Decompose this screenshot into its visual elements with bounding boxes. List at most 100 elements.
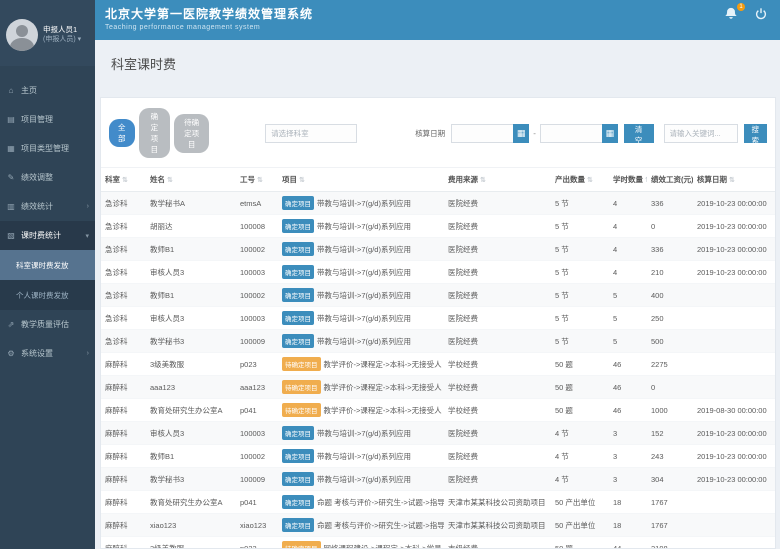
cell-name: 胡丽达 [146, 215, 236, 238]
department-select-input[interactable] [265, 124, 357, 143]
sidebar-subitem-personal-class-fee[interactable]: 个人课时费发放 [0, 280, 95, 310]
cell-project: 待确定项目网络课程建设->课程定->本科->学员 [278, 537, 444, 549]
project-status-tag[interactable]: 待确定项目 [282, 403, 321, 417]
table-row: 麻醉科 教育处研究生办公室A p041 待确定项目教学评价->课程定->本科->… [101, 399, 775, 422]
calendar-icon[interactable]: ▦ [602, 124, 618, 143]
cell-salary: 1000 [647, 399, 693, 422]
keyword-search-input[interactable] [664, 124, 738, 143]
home-icon: ⌂ [6, 86, 16, 95]
project-status-tag[interactable]: 待确定项目 [282, 357, 321, 371]
sidebar-item-system-settings[interactable]: ⚙ 系统设置 › [0, 339, 95, 368]
cell-project: 确定项目带教与培训->7(g/d)系列应用 [278, 238, 444, 261]
project-status-tag[interactable]: 确定项目 [282, 495, 314, 509]
logout-button[interactable] [754, 7, 770, 23]
sort-icon[interactable]: ⇅ [480, 177, 486, 184]
cell-id: 100002 [236, 445, 278, 468]
cell-id: 100003 [236, 261, 278, 284]
cell-source: 天津市某某科技公司资助项目 [444, 514, 551, 537]
project-text: 带教与培训->7(g/d)系列应用 [317, 452, 411, 461]
chevron-right-icon: › [87, 350, 89, 357]
cell-name: aaa123 [146, 376, 236, 399]
sidebar-item-project-type-management[interactable]: ▦ 项目类型管理 [0, 134, 95, 163]
cell-date [693, 491, 775, 514]
project-status-tag[interactable]: 确定项目 [282, 449, 314, 463]
bell-icon [724, 7, 738, 21]
col-header-hours: 学时数量⇅ [609, 168, 647, 192]
sort-icon[interactable]: ⇅ [257, 177, 263, 184]
calendar-icon[interactable]: ▦ [513, 124, 529, 143]
notification-bell-button[interactable]: 1 [724, 7, 740, 23]
cell-id: 100003 [236, 422, 278, 445]
table-row: 急诊科 审核人员3 100003 确定项目带教与培训->7(g/d)系列应用 医… [101, 261, 775, 284]
cell-name: xiao123 [146, 514, 236, 537]
sidebar-item-performance-adjust[interactable]: ✎ 绩效调整 [0, 163, 95, 192]
project-status-tag[interactable]: 确定项目 [282, 288, 314, 302]
cell-name: 3级美教服 [146, 353, 236, 376]
project-status-tag[interactable]: 待确定项目 [282, 380, 321, 394]
user-panel: 申报人员1 (申报人员) ▾ [0, 0, 95, 66]
cell-dept: 麻醉科 [101, 399, 146, 422]
sidebar-item-project-management[interactable]: ▤ 项目管理 [0, 105, 95, 134]
sort-icon[interactable]: ⇅ [587, 177, 593, 184]
cell-project: 确定项目带教与培训->7(g/d)系列应用 [278, 215, 444, 238]
cell-dept: 麻醉科 [101, 468, 146, 491]
user-role-dropdown[interactable]: (申报人员) ▾ [43, 35, 81, 46]
project-status-tag[interactable]: 确定项目 [282, 426, 314, 440]
cell-salary: 2198 [647, 537, 693, 549]
cell-output: 5 节 [551, 192, 609, 215]
cell-source: 医院经费 [444, 215, 551, 238]
project-status-tag[interactable]: 确定项目 [282, 242, 314, 256]
cell-salary: 0 [647, 376, 693, 399]
filter-all-button[interactable]: 全部 [109, 119, 135, 147]
table-row: 麻醉科 xiao123 xiao123 确定项目命题 考核与评价->研究生->试… [101, 514, 775, 537]
project-status-tag[interactable]: 确定项目 [282, 311, 314, 325]
date-from-input[interactable] [452, 125, 514, 142]
table-row: 麻醉科 审核人员3 100003 确定项目带教与培训->7(g/d)系列应用 医… [101, 422, 775, 445]
cell-id: 100009 [236, 468, 278, 491]
project-status-tag[interactable]: 确定项目 [282, 219, 314, 233]
project-status-tag[interactable]: 确定项目 [282, 196, 314, 210]
sort-icon[interactable]: ⇅ [645, 177, 647, 184]
filter-confirmed-button[interactable]: 确定项目 [139, 108, 171, 158]
sidebar-item-performance-stats[interactable]: ▥ 绩效统计 › [0, 192, 95, 221]
project-status-tag[interactable]: 确定项目 [282, 472, 314, 486]
clear-date-button[interactable]: 清空日期 [624, 124, 654, 143]
col-header-date: 核算日期⇅ [693, 168, 775, 192]
sidebar-item-teaching-quality-eval[interactable]: ⇗ 教学质量评估 [0, 310, 95, 339]
cell-output: 5 节 [551, 284, 609, 307]
project-status-tag[interactable]: 确定项目 [282, 518, 314, 532]
cell-output: 4 节 [551, 445, 609, 468]
project-status-tag[interactable]: 待确定项目 [282, 541, 321, 549]
cell-date: 2019-10-23 00:00:00 [693, 238, 775, 261]
project-text: 命题 考核与评价->研究生->试题->指导 [317, 498, 444, 507]
cell-source: 医院经费 [444, 330, 551, 353]
cell-output: 50 题 [551, 537, 609, 549]
search-button[interactable]: 搜索 [744, 124, 768, 143]
sidebar-item-class-fee-stats[interactable]: ▧ 课时费统计 ▾ [0, 221, 95, 250]
cell-hours: 5 [609, 284, 647, 307]
sort-icon[interactable]: ⇅ [299, 177, 305, 184]
project-status-tag[interactable]: 确定项目 [282, 265, 314, 279]
cell-salary: 500 [647, 330, 693, 353]
class-fee-table: 科室⇅ 姓名⇅ 工号⇅ 项目⇅ 费用来源⇅ 产出数量⇅ 学时数量⇅ 绩效工资(元… [101, 168, 775, 549]
cell-id: p023 [236, 537, 278, 549]
date-to-field: ▦ [540, 124, 618, 143]
sort-icon[interactable]: ⇅ [167, 177, 173, 184]
cell-output: 50 产出单位 [551, 491, 609, 514]
project-text: 教学评价->课程定->本科->无接受人 [324, 406, 442, 415]
project-text: 带教与培训->7(g/d)系列应用 [317, 314, 411, 323]
date-to-input[interactable] [541, 125, 603, 142]
sidebar-subitem-dept-class-fee[interactable]: 科室课时费发放 [0, 250, 95, 280]
project-status-tag[interactable]: 确定项目 [282, 334, 314, 348]
cell-output: 5 节 [551, 215, 609, 238]
filter-pending-button[interactable]: 待确定项目 [174, 114, 209, 153]
calculator-icon: ▧ [6, 231, 16, 240]
sort-icon[interactable]: ⇅ [729, 177, 735, 184]
table-row: 麻醉科 教学秘书3 100009 确定项目带教与培训->7(g/d)系列应用 医… [101, 468, 775, 491]
cell-date: 2019-10-23 00:00:00 [693, 422, 775, 445]
sort-icon[interactable]: ⇅ [122, 177, 128, 184]
cell-salary: 0 [647, 215, 693, 238]
cell-dept: 麻醉科 [101, 445, 146, 468]
sidebar-item-home[interactable]: ⌂ 主页 [0, 76, 95, 105]
cell-date [693, 353, 775, 376]
